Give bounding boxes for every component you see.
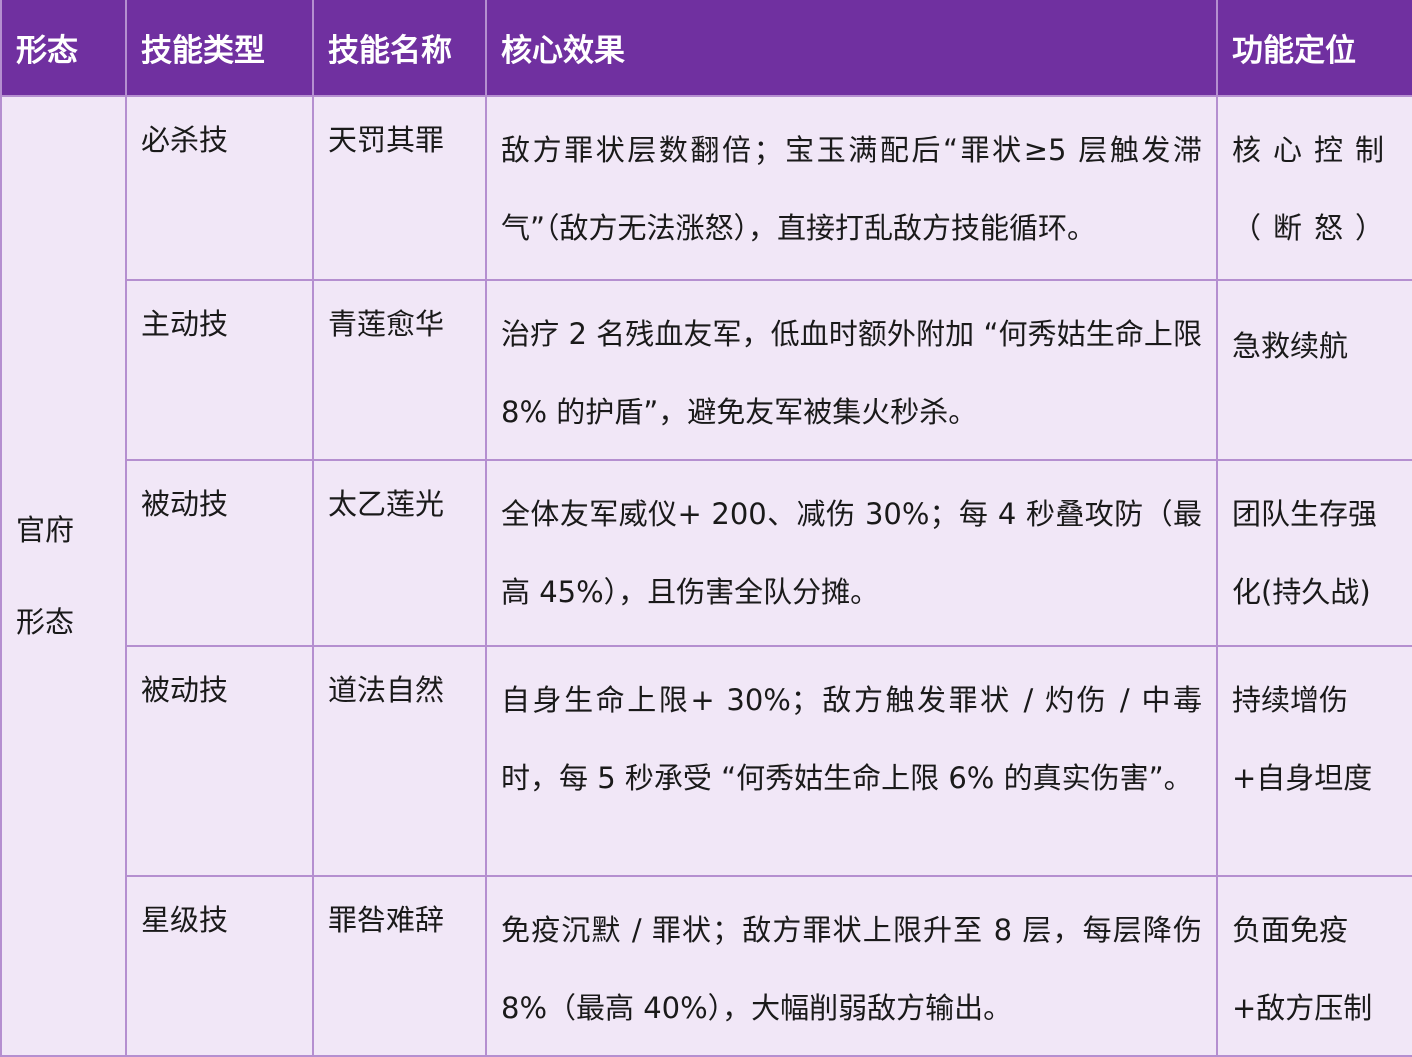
skill-name-cell: 青莲愈华	[312, 279, 487, 461]
skill-type-cell: 星级技	[125, 875, 314, 1057]
role-cell: 负面免疫+敌方压制	[1216, 875, 1412, 1057]
core-effect-cell: 敌方罪状层数翻倍；宝玉满配后“罪状≥5 层触发滞气”（敌方无法涨怒），直接打乱敌…	[485, 95, 1218, 281]
role-cell: 急救续航	[1216, 279, 1412, 461]
core-effect-cell: 全体友军威仪+ 200、减伤 30%；每 4 秒叠攻防（最高 45%），且伤害全…	[485, 459, 1218, 647]
skill-type-cell: 被动技	[125, 645, 314, 877]
core-effect-cell: 自身生命上限+ 30%；敌方触发罪状 / 灼伤 / 中毒时，每 5 秒承受 “何…	[485, 645, 1218, 877]
table-row: 官府 形态 必杀技 天罚其罪 敌方罪状层数翻倍；宝玉满配后“罪状≥5 层触发滞气…	[0, 95, 1412, 1057]
header-form: 形态	[0, 0, 127, 97]
form-cell-line2: 形态	[16, 605, 75, 639]
header-skill-type: 技能类型	[125, 0, 314, 97]
skill-name-cell: 太乙莲光	[312, 459, 487, 647]
skill-table: 形态 技能类型 技能名称 核心效果 功能定位 官府 形态 必杀技 天罚其罪 敌方…	[0, 0, 1412, 1057]
skill-name-cell: 道法自然	[312, 645, 487, 877]
core-effect-cell: 免疫沉默 / 罪状；敌方罪状上限升至 8 层，每层降伤 8%（最高 40%），大…	[485, 875, 1218, 1057]
core-effect-cell: 治疗 2 名残血友军，低血时额外附加 “何秀姑生命上限 8% 的护盾”，避免友军…	[485, 279, 1218, 461]
table-row: 主动技 青莲愈华 治疗 2 名残血友军，低血时额外附加 “何秀姑生命上限 8% …	[1, 279, 1412, 461]
form-cell-line1: 官府	[16, 513, 75, 547]
form-cell: 官府 形态	[0, 95, 127, 1057]
skill-name-cell: 天罚其罪	[312, 95, 487, 281]
table-row: 被动技 太乙莲光 全体友军威仪+ 200、减伤 30%；每 4 秒叠攻防（最高 …	[1, 459, 1412, 647]
table-row: 星级技 罪咎难辞 免疫沉默 / 罪状；敌方罪状上限升至 8 层，每层降伤 8%（…	[1, 875, 1412, 1057]
header-row: 形态 技能类型 技能名称 核心效果 功能定位	[0, 0, 1412, 97]
header-skill-name: 技能名称	[312, 0, 487, 97]
header-role: 功能定位	[1216, 0, 1412, 97]
header-core-effect: 核心效果	[485, 0, 1218, 97]
role-cell: 持续增伤+自身坦度	[1216, 645, 1412, 877]
role-cell: 团队生存强化(持久战)	[1216, 459, 1412, 647]
skill-type-cell: 必杀技	[125, 95, 314, 281]
table-row: 被动技 道法自然 自身生命上限+ 30%；敌方触发罪状 / 灼伤 / 中毒时，每…	[1, 645, 1412, 877]
skill-type-cell: 被动技	[125, 459, 314, 647]
skill-type-cell: 主动技	[125, 279, 314, 461]
skill-name-cell: 罪咎难辞	[312, 875, 487, 1057]
role-cell: 核心控制（断怒）	[1216, 95, 1412, 281]
